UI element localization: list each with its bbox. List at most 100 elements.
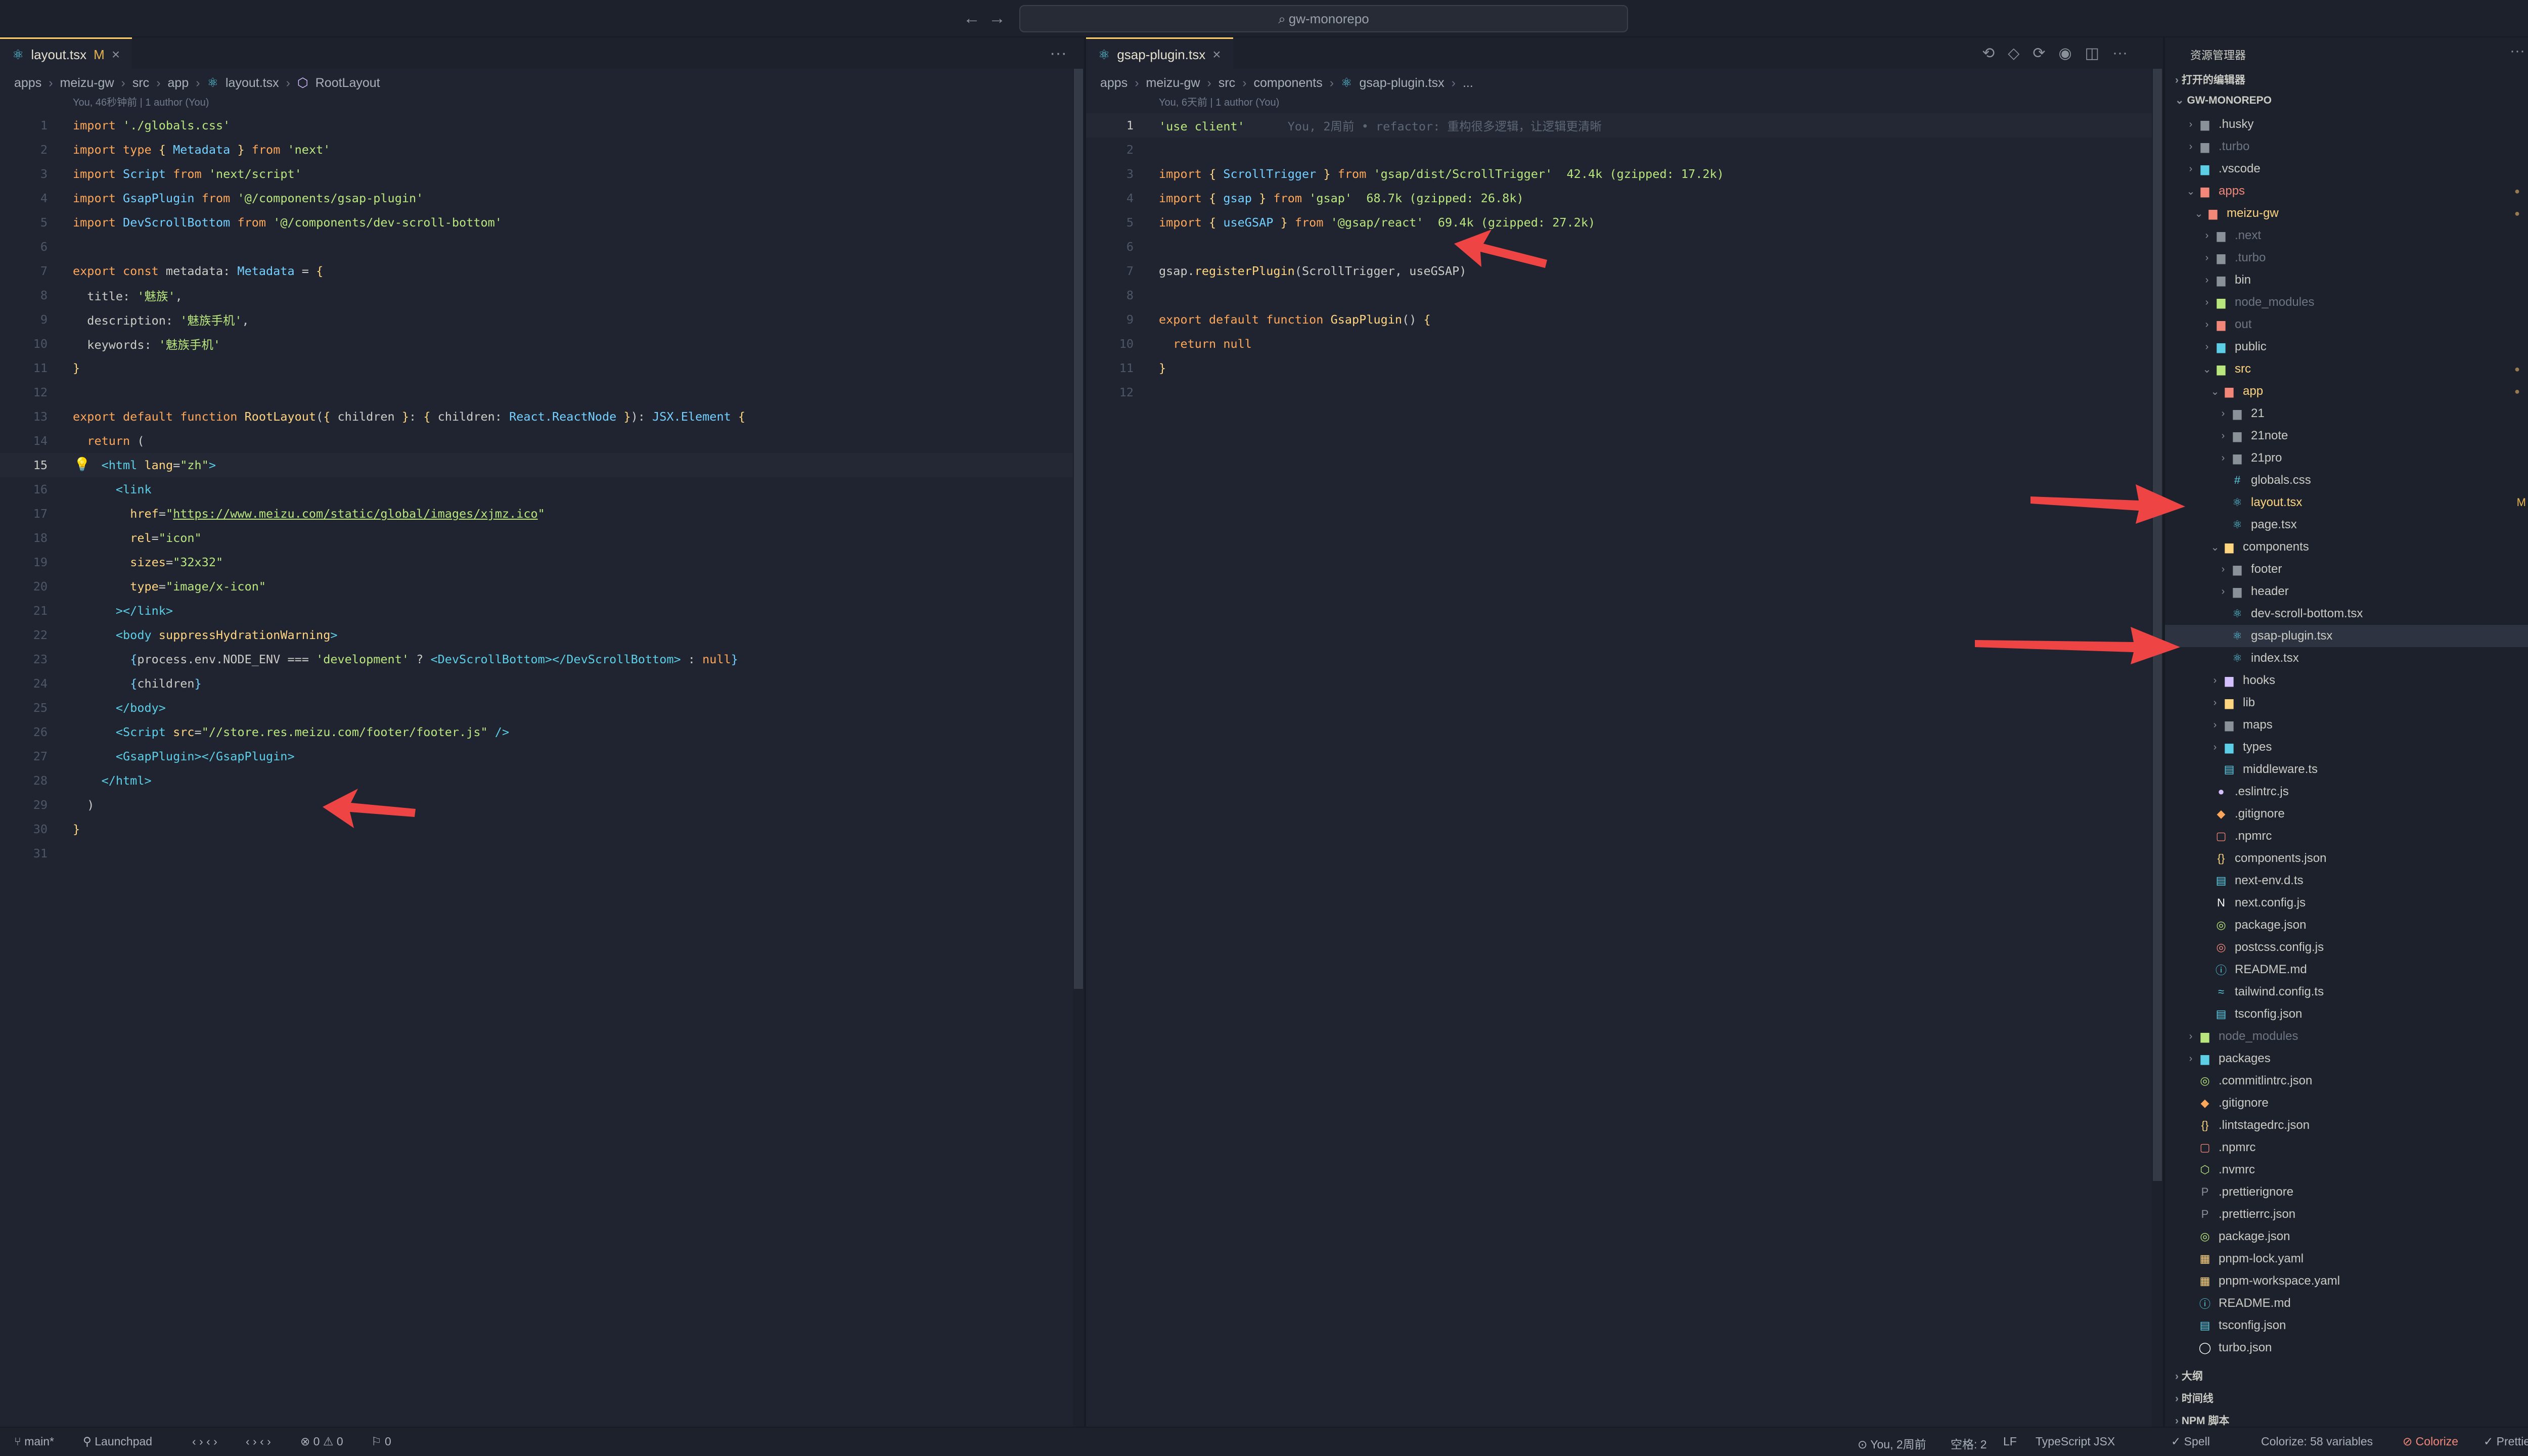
- tree-item-folder[interactable]: ⌄ ▆ components: [2165, 536, 2528, 558]
- tree-item-folder[interactable]: › ▆ maps: [2165, 714, 2528, 736]
- forward-change-icon[interactable]: ⟳: [2033, 44, 2045, 62]
- section-timeline[interactable]: › 时间线: [2175, 1390, 2214, 1405]
- tree-item-file[interactable]: P .prettierignore: [2165, 1181, 2528, 1203]
- breadcrumb-item[interactable]: apps: [14, 76, 41, 90]
- tree-item-folder[interactable]: ⌄ ▆ apps ●: [2165, 180, 2528, 202]
- vertical-scrollbar[interactable]: [2152, 69, 2163, 1428]
- branch-indicator[interactable]: ⑂ main*: [14, 1435, 54, 1448]
- tree-item-file[interactable]: ≈ tailwind.config.ts: [2165, 981, 2528, 1003]
- breadcrumb-item[interactable]: meizu-gw: [60, 76, 114, 90]
- tree-item-file[interactable]: ⚛ layout.tsx M: [2165, 491, 2528, 514]
- language-mode[interactable]: TypeScript JSX: [2036, 1435, 2115, 1448]
- tree-item-folder[interactable]: ⌄ ▆ app ●: [2165, 380, 2528, 402]
- tree-item-file[interactable]: ▢ .npmrc: [2165, 825, 2528, 847]
- tree-item-file[interactable]: ◯ turbo.json: [2165, 1337, 2528, 1359]
- tree-item-folder[interactable]: › ▆ 21note: [2165, 425, 2528, 447]
- tree-item-folder[interactable]: › ▆ lib: [2165, 692, 2528, 714]
- breadcrumb-item[interactable]: app: [168, 76, 189, 90]
- tree-item-file[interactable]: ⚛ page.tsx: [2165, 514, 2528, 536]
- tree-item-file[interactable]: ◆ .gitignore: [2165, 803, 2528, 825]
- tree-item-file[interactable]: ⚛ gsap-plugin.tsx: [2165, 625, 2528, 647]
- tree-item-folder[interactable]: › ▆ packages: [2165, 1048, 2528, 1070]
- scrollbar-thumb[interactable]: [1074, 69, 1083, 989]
- tree-item-file[interactable]: ◎ .commitlintrc.json: [2165, 1070, 2528, 1092]
- tree-item-folder[interactable]: › ▆ .turbo: [2165, 135, 2528, 158]
- tree-item-file[interactable]: P .prettierrc.json: [2165, 1203, 2528, 1225]
- tree-item-file[interactable]: ⬡ .nvmrc: [2165, 1159, 2528, 1181]
- blame-status[interactable]: ⊙ You, 2周前: [1858, 1435, 1926, 1452]
- tree-item-file[interactable]: ◎ package.json: [2165, 914, 2528, 936]
- tree-item-file[interactable]: ▤ tsconfig.json: [2165, 1003, 2528, 1025]
- code-area[interactable]: 1 import './globals.css' 2 import type { M…: [0, 113, 1084, 866]
- command-center-search[interactable]: ⌕ gw-monorepo: [1019, 5, 1628, 32]
- code-area[interactable]: 1'use client' You, 2周前 • refactor: 重构很多逻…: [1086, 113, 2163, 404]
- tree-item-folder[interactable]: › ▆ out: [2165, 313, 2528, 336]
- lightbulb-icon[interactable]: 💡: [74, 457, 90, 472]
- breadcrumb-item[interactable]: RootLayout: [315, 76, 380, 90]
- diff-icon[interactable]: ◇: [2008, 44, 2019, 62]
- section-workspace[interactable]: ⌄ GW-MONOREPO: [2175, 94, 2272, 107]
- indentation-status[interactable]: 空格: 2: [1951, 1435, 1987, 1452]
- tree-item-folder[interactable]: › ▆ public: [2165, 336, 2528, 358]
- tree-item-file[interactable]: ⚛ index.tsx: [2165, 647, 2528, 669]
- colorize-variables[interactable]: Colorize: 58 variables: [2261, 1435, 2373, 1448]
- tree-item-folder[interactable]: › ▆ types: [2165, 736, 2528, 758]
- forward-arrow-icon[interactable]: →: [986, 7, 1008, 29]
- tree-item-file[interactable]: ▤ tsconfig.json: [2165, 1314, 2528, 1337]
- tree-item-file[interactable]: ⓘ README.md: [2165, 1292, 2528, 1314]
- tree-item-folder[interactable]: › ▆ .next: [2165, 224, 2528, 247]
- tree-item-file[interactable]: ● .eslintrc.js: [2165, 781, 2528, 803]
- tree-item-file[interactable]: ⚛ dev-scroll-bottom.tsx: [2165, 603, 2528, 625]
- tree-item-folder[interactable]: › ▆ .turbo: [2165, 247, 2528, 269]
- section-outline[interactable]: › 大纲: [2175, 1368, 2203, 1383]
- nav-indicator[interactable]: ‹ › ‹ ›: [246, 1435, 271, 1448]
- prettier-status[interactable]: ✓ Prettier: [2484, 1435, 2528, 1448]
- breadcrumb-item[interactable]: apps: [1100, 76, 1127, 90]
- tree-item-folder[interactable]: › ▆ 21pro: [2165, 447, 2528, 469]
- tree-item-folder[interactable]: › ▆ bin: [2165, 269, 2528, 291]
- tree-item-file[interactable]: ▤ middleware.ts: [2165, 758, 2528, 781]
- tree-item-file[interactable]: ▤ next-env.d.ts: [2165, 870, 2528, 892]
- tree-item-file[interactable]: ▢ .npmrc: [2165, 1136, 2528, 1159]
- close-icon[interactable]: ×: [1212, 47, 1221, 63]
- tree-item-folder[interactable]: › ▆ .vscode: [2165, 158, 2528, 180]
- section-open-editors[interactable]: › 打开的编辑器: [2175, 72, 2245, 87]
- breadcrumb-item[interactable]: layout.tsx: [225, 76, 279, 90]
- git-lens-icon[interactable]: ◉: [2058, 44, 2071, 62]
- tree-item-file[interactable]: # globals.css: [2165, 469, 2528, 491]
- section-npm-scripts[interactable]: › NPM 脚本: [2175, 1413, 2229, 1428]
- nav-indicator[interactable]: ‹ › ‹ ›: [192, 1435, 217, 1448]
- eol-status[interactable]: LF: [2003, 1435, 2017, 1448]
- close-icon[interactable]: ×: [112, 47, 120, 63]
- tree-item-folder[interactable]: › ▆ node_modules: [2165, 1025, 2528, 1048]
- tree-item-folder[interactable]: › ▆ footer: [2165, 558, 2528, 580]
- breadcrumb-item[interactable]: gsap-plugin.tsx: [1359, 76, 1444, 90]
- tree-item-file[interactable]: {} components.json: [2165, 847, 2528, 870]
- breadcrumb-item[interactable]: meizu-gw: [1146, 76, 1200, 90]
- tree-item-file[interactable]: ⓘ README.md: [2165, 959, 2528, 981]
- tree-item-file[interactable]: ▦ pnpm-workspace.yaml: [2165, 1270, 2528, 1292]
- colorize-toggle[interactable]: ⊘ Colorize: [2403, 1435, 2458, 1448]
- more-actions-icon[interactable]: ···: [1050, 43, 1067, 63]
- tree-item-folder[interactable]: › ▆ .husky: [2165, 113, 2528, 135]
- tree-item-file[interactable]: {} .lintstagedrc.json: [2165, 1114, 2528, 1136]
- tree-item-file[interactable]: Nnext.config.js: [2165, 892, 2528, 914]
- breadcrumb-item[interactable]: src: [132, 76, 149, 90]
- split-editor-icon[interactable]: ◫: [2085, 44, 2099, 62]
- launchpad-button[interactable]: ⚲ Launchpad: [83, 1435, 152, 1448]
- breadcrumb-item[interactable]: components: [1254, 76, 1323, 90]
- ports-indicator[interactable]: ⚐ 0: [371, 1435, 391, 1448]
- codelens-blame[interactable]: You, 6天前 | 1 author (You): [1159, 94, 1279, 109]
- tree-item-folder[interactable]: › ▆ header: [2165, 580, 2528, 603]
- tree-item-folder[interactable]: ⌄ ▆ meizu-gw ●: [2165, 202, 2528, 224]
- tree-item-file[interactable]: ▦ pnpm-lock.yaml: [2165, 1248, 2528, 1270]
- tab-layout-tsx[interactable]: ⚛ layout.tsx M ×: [0, 37, 132, 70]
- tree-item-file[interactable]: ◎ postcss.config.js: [2165, 936, 2528, 959]
- tab-gsap-plugin-tsx[interactable]: ⚛ gsap-plugin.tsx ×: [1086, 37, 1233, 70]
- tree-item-folder[interactable]: › ▆ 21: [2165, 402, 2528, 425]
- vertical-scrollbar[interactable]: [1073, 69, 1084, 1428]
- breadcrumb-item[interactable]: ...: [1463, 76, 1473, 90]
- tree-item-folder[interactable]: › ▆ node_modules: [2165, 291, 2528, 313]
- tree-item-folder[interactable]: › ▆ hooks: [2165, 669, 2528, 692]
- tree-item-file[interactable]: ◎ package.json: [2165, 1225, 2528, 1248]
